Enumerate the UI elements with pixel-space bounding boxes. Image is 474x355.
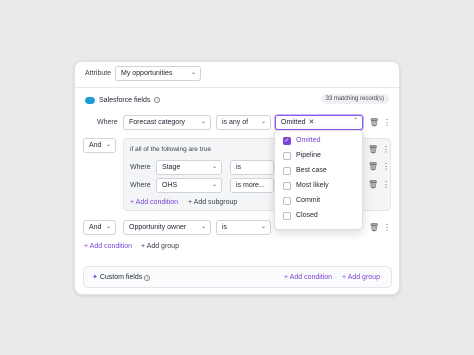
group-add-subgroup-label: Add subgroup	[193, 199, 238, 206]
add-condition-link[interactable]: + Add condition	[84, 241, 132, 253]
checkbox	[283, 152, 291, 160]
option-label: Commit	[296, 197, 321, 204]
group-row2-where: Where	[130, 182, 151, 189]
group-add-condition-label: Add condition	[135, 199, 179, 206]
row1-operator-select[interactable]: is any of ⌄	[216, 115, 271, 130]
custom-add-group-label: Add group	[347, 274, 380, 281]
trash-icon[interactable]: 🗑	[368, 145, 378, 155]
checkbox	[283, 182, 291, 190]
drag-handle-icon[interactable]: ⋮	[382, 180, 390, 190]
checkbox	[283, 212, 291, 220]
group-joiner-select[interactable]: And ⌄	[83, 138, 116, 153]
custom-fields-section: ✦ Custom fields i + Add condition + Add …	[83, 266, 392, 288]
row3-field-value: Opportunity owner	[129, 224, 187, 231]
group-row2-operator-select[interactable]: is more...	[230, 178, 274, 193]
attribute-select-value: My opportunities	[121, 70, 173, 77]
omitted-chip: Omitted ✕	[281, 116, 314, 129]
trash-icon[interactable]: 🗑	[369, 118, 379, 128]
chevron-down-icon: ⌄	[211, 164, 217, 170]
group-heading: if all of the following are true	[130, 146, 211, 153]
row1-value-select[interactable]: Omitted ✕ ⌃	[275, 115, 363, 130]
info-icon[interactable]: i	[144, 275, 151, 281]
custom-fields-title-wrap: ✦ Custom fields i	[92, 272, 151, 284]
salesforce-fields-title: Salesforce fields	[99, 96, 151, 104]
chevron-down-icon: ⌄	[105, 142, 111, 148]
group-row2-operator-value: is more...	[236, 182, 265, 189]
forecast-category-dropdown: ✓ Omitted Pipeline Best case Most likely …	[274, 130, 363, 230]
option-closed[interactable]: Closed	[283, 210, 318, 222]
chevron-down-icon: ⌄	[200, 224, 206, 230]
option-label: Closed	[296, 212, 318, 219]
add-condition-label: Add condition	[89, 243, 133, 250]
row3-joiner-select[interactable]: And ⌄	[83, 220, 116, 235]
chevron-down-icon: ⌄	[260, 119, 266, 125]
row1-field-select[interactable]: Forecast category ⌄	[123, 115, 211, 130]
group-add-subgroup-link[interactable]: + Add subgroup	[188, 197, 237, 209]
trash-icon[interactable]: 🗑	[369, 223, 379, 233]
checkbox	[283, 197, 291, 205]
group-add-condition-link[interactable]: + Add condition	[130, 197, 178, 209]
option-label: Pipeline	[296, 152, 321, 159]
custom-add-group-link[interactable]: + Add group	[342, 272, 380, 284]
option-commit[interactable]: Commit	[283, 195, 320, 207]
trash-icon[interactable]: 🗑	[368, 162, 378, 172]
chevron-up-icon: ⌃	[352, 118, 358, 124]
attribute-row: Attribute My opportunities ⌄	[75, 62, 399, 88]
chevron-down-icon: ⌄	[200, 119, 206, 125]
chevron-down-icon: ⌄	[211, 182, 217, 188]
add-group-link[interactable]: + Add group	[141, 241, 179, 253]
info-icon[interactable]: i	[154, 97, 161, 103]
group-row1-operator-value: is	[236, 164, 242, 171]
row1-where-label: Where	[97, 119, 118, 126]
custom-add-condition-link[interactable]: + Add condition	[284, 272, 332, 284]
attribute-label: Attribute	[85, 70, 112, 77]
chevron-down-icon: ⌄	[190, 70, 196, 76]
group-row2-field-value: OHS	[162, 182, 178, 189]
row3-joiner-value: And	[89, 224, 102, 231]
matching-records-badge: 33 matching record(s)	[320, 94, 389, 104]
sparkle-icon: ✦	[92, 274, 100, 281]
row3-field-select[interactable]: Opportunity owner ⌄	[123, 220, 211, 235]
row1-operator-value: is any of	[222, 119, 249, 126]
check-icon: ✓	[283, 137, 291, 145]
group-row1-where: Where	[130, 164, 151, 171]
custom-fields-title: Custom fields	[99, 274, 143, 281]
salesforce-fields-header: Salesforce fields i	[85, 94, 161, 106]
drag-handle-icon[interactable]: ⋮	[383, 118, 391, 128]
attribute-select[interactable]: My opportunities ⌄	[115, 66, 201, 81]
row3-operator-select[interactable]: is ⌄	[216, 220, 271, 235]
trash-icon[interactable]: 🗑	[368, 180, 378, 190]
group-row1-field-select[interactable]: Stage ⌄	[156, 160, 222, 175]
row1-field-value: Forecast category	[129, 119, 186, 126]
chevron-down-icon: ⌄	[260, 224, 266, 230]
custom-add-condition-label: Add condition	[289, 274, 333, 281]
group-joiner-value: And	[89, 142, 102, 149]
close-icon[interactable]: ✕	[309, 119, 315, 126]
option-pipeline[interactable]: Pipeline	[283, 150, 321, 162]
group-row2-field-select[interactable]: OHS ⌄	[156, 178, 222, 193]
group-row1-operator-select[interactable]: is	[230, 160, 274, 175]
option-omitted[interactable]: ✓ Omitted	[283, 135, 321, 147]
drag-handle-icon[interactable]: ⋮	[382, 162, 390, 172]
drag-handle-icon[interactable]: ⋮	[382, 145, 390, 155]
option-most-likely[interactable]: Most likely	[283, 180, 329, 192]
chevron-down-icon: ⌄	[105, 224, 111, 230]
group-row1-field-value: Stage	[162, 164, 181, 171]
add-group-label: Add group	[146, 243, 179, 250]
option-label: Omitted	[296, 137, 321, 144]
checkbox	[283, 167, 291, 175]
row3-operator-value: is	[222, 224, 228, 231]
option-best-case[interactable]: Best case	[283, 165, 327, 177]
salesforce-cloud-icon	[85, 96, 95, 104]
drag-handle-icon[interactable]: ⋮	[383, 223, 391, 233]
omitted-chip-label: Omitted	[281, 119, 306, 126]
option-label: Best case	[296, 167, 327, 174]
option-label: Most likely	[296, 182, 329, 189]
